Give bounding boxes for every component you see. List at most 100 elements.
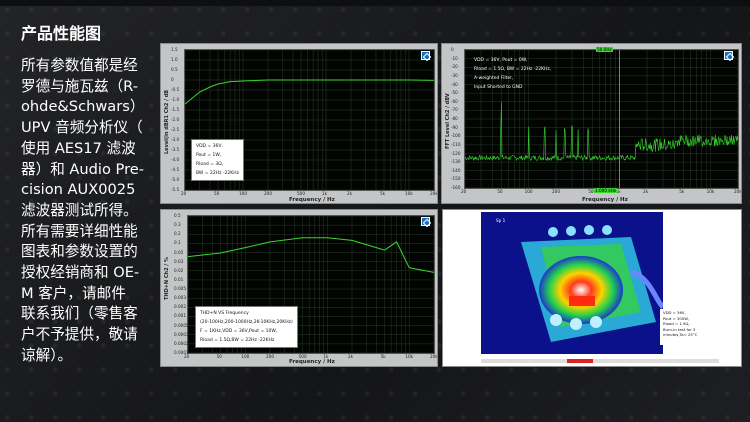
y-tick-label: -10 (451, 55, 458, 61)
x-tick-label: 10k (706, 189, 715, 194)
chart3-annotation: THD+N VS Frequency (20-100Hz,200-1000Hz,2… (195, 306, 298, 348)
x-tick-label: 5k (380, 191, 386, 196)
description-line: 器）和 Audio Pre- (21, 160, 145, 178)
annotation-line: F = 1KHz,VDD = 36V,Pout = 10W, (200, 329, 278, 334)
annotation-line: Pout = 1W, (196, 153, 222, 158)
description-line: UPV 音频分析仪（ (21, 119, 143, 137)
x-tick-label: 100 (524, 189, 533, 194)
y-tick-label: -1.0 (171, 97, 180, 102)
y-tick-label: 0.5 (171, 67, 178, 72)
thermal-legend: VDD = 36V, Pout = 300W, Rload = 1.5Ω, Burn-… (660, 309, 730, 345)
chart2-xlabel: Frequency / Hz (582, 197, 628, 203)
annotation-line: Input Shorted to GND (474, 85, 523, 90)
chart2-marker-bottom: 1.000 kHz (594, 188, 618, 193)
x-tick-label: 10k (405, 191, 413, 196)
y-tick-label: -1.5 (171, 107, 180, 112)
annotation-line: THD+N VS Frequency (200, 311, 249, 316)
y-tick-label: -3.5 (171, 147, 180, 152)
description-line: M 客户，请邮件 (21, 284, 126, 302)
x-tick-label: 20k (734, 189, 742, 194)
x-tick-label: 5k (380, 354, 386, 359)
y-tick-label: 0 (451, 47, 454, 52)
y-tick-label: 0 (171, 77, 174, 82)
x-tick-label: 100 (241, 354, 250, 359)
y-tick-label: -20 (451, 64, 458, 70)
y-tick-label: -0.5 (171, 87, 180, 92)
y-tick-label: -40 (451, 81, 458, 87)
annotation-line: A-weighted Filter, (474, 76, 514, 81)
rohde-schwarz-logo-icon (421, 51, 431, 61)
top-bar (0, 0, 750, 6)
y-tick-label: 0.001 (174, 313, 186, 319)
y-tick-label: -100 (451, 133, 461, 139)
rohde-schwarz-logo-icon (724, 51, 734, 61)
x-tick-label: 50 (214, 191, 220, 196)
description-line: 授权经销商和 OE- (21, 264, 140, 282)
chart1-xlabel: Frequency / Hz (289, 197, 335, 203)
thermal-image-panel: Sp 1 VDD = 36V, Pout = 300W, Rload = 1.5Ω,… (442, 209, 742, 367)
y-tick-label: 0.1 (174, 240, 181, 246)
temperature-scale-bar (481, 359, 719, 363)
y-tick-label: -50 (451, 90, 458, 96)
y-tick-label: 0.003 (174, 295, 186, 301)
description-line: 罗德与施瓦兹（R- (21, 77, 138, 95)
description-line: ohde&Schwars） (21, 98, 145, 116)
page-title: 产品性能图 (21, 24, 102, 43)
thermal-image: Sp 1 (481, 212, 663, 354)
x-tick-label: 5k (679, 189, 685, 194)
x-tick-label: 200 (552, 189, 560, 194)
y-tick-label: -130 (451, 159, 461, 165)
y-tick-label: 0.01 (174, 276, 184, 282)
y-tick-label: 0.5 (174, 213, 181, 218)
description-line: 图表和参数设置的 (21, 243, 138, 261)
y-tick-label: 0.0005 (174, 322, 189, 328)
y-tick-label: 0.2 (174, 231, 181, 237)
y-tick-label: -3.0 (171, 137, 180, 142)
x-tick-label: 50 (216, 354, 222, 359)
x-tick-label: 2k (348, 354, 354, 359)
description-line: 户不予提供，敬请 (21, 326, 138, 344)
frequency-response-chart: Level(in dBR1 Ch2 / dB 1.5 1.0 0.5 0 -0.5 -1.… (160, 43, 438, 204)
y-tick-label: 0.005 (174, 286, 186, 292)
description-line: 使用 AES17 滤波 (21, 139, 136, 157)
annotation-line: Rload = 1.5Ω,BW = 22Hz -22KHz (200, 338, 275, 343)
y-tick-label: -120 (451, 150, 461, 156)
y-tick-label: 0.05 (174, 249, 184, 255)
chart1-annotation: VDD = 36V, Pout = 1W, Rload = 3Ω, BW = 22Hz… (191, 139, 244, 181)
description-line: 谅解）。 (21, 346, 73, 364)
y-tick-label: -2.0 (171, 117, 180, 122)
x-tick-label: 500 (297, 191, 306, 196)
y-tick-label: -60 (451, 98, 458, 104)
y-tick-label: 1.5 (171, 47, 178, 52)
x-tick-label: 200 (266, 354, 274, 359)
annotation-line: VDD = 36V, Pout = 0W, (474, 58, 528, 63)
thd-n-chart: THD+N Ch2 / % 0.5 0.3 0.2 0.1 0.05 0.03 0.02 0.… (160, 209, 438, 367)
y-tick-label: -30 (451, 72, 458, 78)
x-tick-label: 200 (264, 191, 272, 196)
description-line: 滤波器测试所得。 (21, 201, 138, 219)
description-line: 所有参数值都是经 (21, 57, 138, 74)
y-tick-label: -70 (451, 107, 458, 113)
x-tick-label: 20 (181, 191, 187, 196)
y-tick-label: -5.5 (171, 187, 180, 192)
description-text: 所有参数值都是经 罗德与施瓦兹（R-ohde&Schwars） UPV 音频分析仪（… (21, 56, 154, 367)
y-tick-label: -4.0 (171, 157, 180, 162)
y-tick-label: -4.5 (171, 167, 180, 172)
x-tick-label: 1k (322, 191, 328, 196)
x-tick-label: 50 (497, 189, 503, 194)
chart3-ylabel: THD+N Ch2 / % (164, 257, 170, 300)
thermal-spot-label: Sp 1 (496, 218, 506, 223)
description-line: 联系我们（零售客 (21, 305, 138, 323)
chart2-marker-top: 50.0Hz (596, 47, 613, 52)
x-tick-label: 20 (184, 354, 190, 359)
y-tick-label: -2.5 (171, 127, 180, 132)
x-tick-label: 2k (643, 189, 649, 194)
description-line: 所有需要详细性能 (21, 222, 138, 240)
y-tick-label: 0.03 (174, 258, 184, 264)
annotation-line: BW = 22Hz -22KHz (196, 171, 239, 176)
y-tick-label: -110 (451, 141, 461, 147)
y-tick-label: -150 (451, 176, 461, 182)
chart3-xlabel: Frequency / Hz (289, 359, 335, 365)
x-tick-label: 10k (405, 354, 414, 359)
annotation-line: VDD = 36V, (196, 144, 223, 149)
